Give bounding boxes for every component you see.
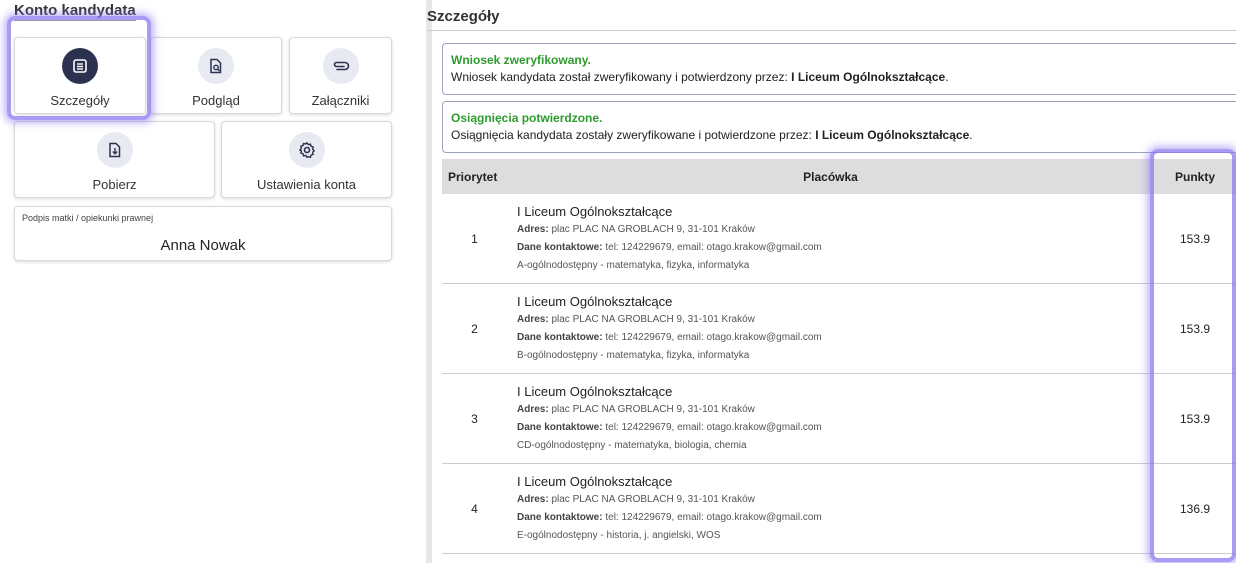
tile-label: Podgląd <box>192 93 240 108</box>
table-header-row: Priorytet Placówka Punkty <box>442 159 1236 194</box>
row-points: 136.9 <box>1154 463 1236 554</box>
list-icon <box>62 48 98 84</box>
page-title: Szczegóły <box>427 8 500 25</box>
alert-text: Wniosek kandydata został zweryfikowany i… <box>451 70 949 84</box>
table-row: 3 I Liceum Ogólnokształcące Adres: plac … <box>442 373 1236 464</box>
row-priority: 2 <box>442 283 507 374</box>
col-priority: Priorytet <box>442 159 507 194</box>
row-priority: 3 <box>442 373 507 464</box>
table-row: 4 I Liceum Ogólnokształcące Adres: plac … <box>442 463 1236 554</box>
tile-label: Pobierz <box>92 177 137 192</box>
school-name: I Liceum Ogólnokształcące <box>517 383 673 399</box>
tile-label: Ustawienia konta <box>257 177 356 192</box>
alert-achievements-confirmed: Osiągnięcia potwierdzone. Osiągnięcia ka… <box>442 101 1236 153</box>
right-panel: Szczegóły Wniosek zweryfikowany. Wniosek… <box>427 0 1236 563</box>
tile-details[interactable]: Szczegóły <box>14 37 146 114</box>
tile-download[interactable]: Pobierz <box>14 121 215 198</box>
col-points: Punkty <box>1154 159 1236 194</box>
tile-account-settings[interactable]: Ustawienia konta <box>221 121 392 198</box>
preview-icon <box>198 48 234 84</box>
school-name: I Liceum Ogólnokształcące <box>517 293 673 309</box>
school-class: A-ogólnodostępny - matematyka, fizyka, i… <box>517 259 750 271</box>
alert-text: Osiągnięcia kandydata zostały zweryfikow… <box>451 128 973 142</box>
signature-box: Podpis matki / opiekunki prawnej Anna No… <box>14 206 392 261</box>
row-points: 153.9 <box>1154 283 1236 374</box>
school-address: Adres: plac PLAC NA GROBLACH 9, 31-101 K… <box>517 403 755 415</box>
alert-application-verified: Wniosek zweryfikowany. Wniosek kandydata… <box>442 43 1236 95</box>
alert-heading: Osiągnięcia potwierdzone. <box>451 111 603 125</box>
gear-icon <box>288 132 325 168</box>
row-school: I Liceum Ogólnokształcące Adres: plac PL… <box>507 463 1154 554</box>
table-row: 2 I Liceum Ogólnokształcące Adres: plac … <box>442 283 1236 374</box>
tile-label: Załączniki <box>311 93 370 108</box>
signature-caption: Podpis matki / opiekunki prawnej <box>22 213 154 223</box>
school-name: I Liceum Ogólnokształcące <box>517 473 673 489</box>
school-name: I Liceum Ogólnokształcące <box>517 203 673 219</box>
panel-divider[interactable] <box>426 0 432 563</box>
tile-attachments[interactable]: Załączniki <box>289 37 392 114</box>
row-points: 153.9 <box>1154 373 1236 464</box>
school-address: Adres: plac PLAC NA GROBLACH 9, 31-101 K… <box>517 313 755 325</box>
school-contact: Dane kontaktowe: tel: 124229679, email: … <box>517 421 822 433</box>
signature-name: Anna Nowak <box>160 237 246 254</box>
row-school: I Liceum Ogólnokształcące Adres: plac PL… <box>507 283 1154 374</box>
row-points: 153.9 <box>1154 194 1236 284</box>
col-school: Placówka <box>507 159 1154 194</box>
attachment-icon <box>322 48 359 84</box>
school-contact: Dane kontaktowe: tel: 124229679, email: … <box>517 331 822 343</box>
schools-table: Priorytet Placówka Punkty 1 I Liceum Ogó… <box>442 159 1236 554</box>
school-contact: Dane kontaktowe: tel: 124229679, email: … <box>517 241 822 253</box>
panel-title: Konto kandydata <box>14 2 136 21</box>
title-divider <box>427 30 1236 31</box>
table-row: 1 I Liceum Ogólnokształcące Adres: plac … <box>442 194 1236 284</box>
school-class: B-ogólnodostępny - matematyka, fizyka, i… <box>517 349 750 361</box>
left-panel: Konto kandydata Szczegóły Podgląd Załącz… <box>0 0 405 563</box>
alert-heading: Wniosek zweryfikowany. <box>451 53 591 67</box>
row-priority: 1 <box>442 194 507 284</box>
school-class: E-ogólnodostępny - historia, j. angielsk… <box>517 529 721 541</box>
row-priority: 4 <box>442 463 507 554</box>
school-contact: Dane kontaktowe: tel: 124229679, email: … <box>517 511 822 523</box>
download-icon <box>96 132 133 168</box>
tile-preview[interactable]: Podgląd <box>150 37 282 114</box>
row-school: I Liceum Ogólnokształcące Adres: plac PL… <box>507 373 1154 464</box>
row-school: I Liceum Ogólnokształcące Adres: plac PL… <box>507 194 1154 284</box>
tile-label: Szczegóły <box>50 93 110 108</box>
school-class: CD-ogólnodostępny - matematyka, biologia… <box>517 439 747 451</box>
school-address: Adres: plac PLAC NA GROBLACH 9, 31-101 K… <box>517 223 755 235</box>
school-address: Adres: plac PLAC NA GROBLACH 9, 31-101 K… <box>517 493 755 505</box>
